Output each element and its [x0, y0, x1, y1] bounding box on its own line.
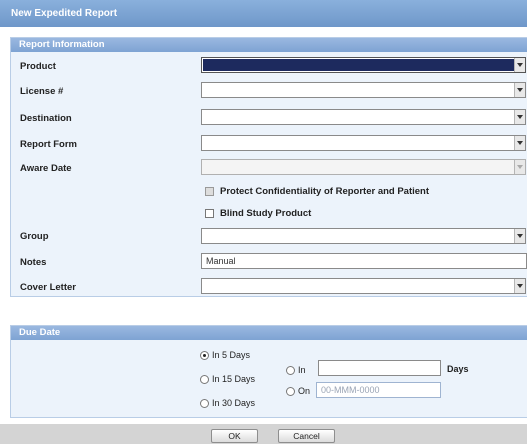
chevron-down-icon[interactable] — [514, 110, 525, 124]
in-30-days-label: In 30 Days — [212, 398, 256, 408]
blind-study-checkbox[interactable] — [205, 209, 214, 218]
chevron-down-icon[interactable] — [514, 136, 525, 150]
in-5-days-label: In 5 Days — [212, 350, 251, 360]
aware-date-label: Aware Date — [20, 163, 72, 174]
product-selected-highlight — [203, 59, 514, 71]
product-label: Product — [20, 61, 56, 72]
destination-label: Destination — [20, 113, 72, 124]
protect-confidentiality-checkbox[interactable] — [205, 187, 214, 196]
in-custom-days-label: In — [298, 365, 306, 375]
cancel-button[interactable]: Cancel — [278, 429, 335, 443]
license-label: License # — [20, 86, 64, 97]
in-custom-days-radio[interactable] — [286, 366, 295, 375]
days-suffix-label: Days — [447, 364, 469, 374]
due-date-header: Due Date — [11, 326, 527, 340]
group-label: Group — [20, 231, 49, 242]
chevron-down-icon[interactable] — [514, 160, 525, 174]
chevron-down-icon[interactable] — [514, 83, 525, 97]
dialog-footer: OK Cancel — [0, 424, 527, 444]
custom-days-input[interactable] — [318, 360, 441, 376]
license-select[interactable] — [201, 82, 526, 98]
on-date-label: On — [298, 386, 311, 396]
on-date-radio[interactable] — [286, 387, 295, 396]
aware-date-select[interactable] — [201, 159, 526, 175]
notes-input[interactable]: Manual — [201, 253, 527, 269]
dialog-title: New Expedited Report — [0, 0, 527, 27]
in-5-days-radio[interactable] — [200, 351, 209, 360]
on-date-input[interactable]: 00-MMM-0000 — [316, 382, 441, 398]
in-15-days-label: In 15 Days — [212, 374, 256, 384]
report-form-select[interactable] — [201, 135, 526, 151]
destination-select[interactable] — [201, 109, 526, 125]
ok-button[interactable]: OK — [211, 429, 258, 443]
notes-label: Notes — [20, 257, 47, 268]
in-15-days-radio[interactable] — [200, 375, 209, 384]
chevron-down-icon[interactable] — [514, 58, 525, 72]
protect-confidentiality-label: Protect Confidentiality of Reporter and … — [220, 186, 430, 197]
chevron-down-icon[interactable] — [514, 229, 525, 243]
report-information-header: Report Information — [11, 38, 527, 52]
in-30-days-radio[interactable] — [200, 399, 209, 408]
group-select[interactable] — [201, 228, 526, 244]
product-select[interactable] — [201, 57, 526, 73]
cover-letter-label: Cover Letter — [20, 282, 76, 293]
blind-study-label: Blind Study Product — [220, 208, 312, 219]
chevron-down-icon[interactable] — [514, 279, 525, 293]
report-form-label: Report Form — [20, 139, 77, 150]
cover-letter-select[interactable] — [201, 278, 526, 294]
